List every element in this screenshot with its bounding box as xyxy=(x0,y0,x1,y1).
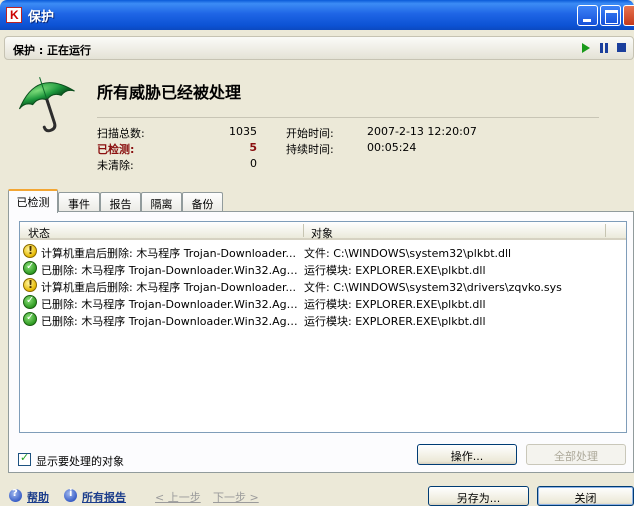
row-object: 运行模块: EXPLORER.EXE\plkbt.dll xyxy=(304,315,486,328)
close-button[interactable]: 关闭 xyxy=(537,486,634,506)
scanned-label: 扫描总数: xyxy=(97,127,145,140)
check-icon xyxy=(23,312,37,326)
tab-detected[interactable]: 已检测 xyxy=(8,189,58,213)
table-row[interactable]: 计算机重启后删除: 木马程序 Trojan-Downloader... 文件: … xyxy=(20,243,626,260)
column-divider[interactable] xyxy=(605,224,606,237)
umbrella-icon xyxy=(18,77,75,133)
process-all-button[interactable]: 全部处理 xyxy=(526,444,626,465)
warning-icon xyxy=(23,244,37,258)
save-as-button[interactable]: 另存为... xyxy=(428,486,529,506)
table-row[interactable]: 已删除: 木马程序 Trojan-Downloader.Win32.Age...… xyxy=(20,311,626,328)
detected-value: 5 xyxy=(249,141,257,154)
start-time-value: 2007-2-13 12:20:07 xyxy=(367,125,477,138)
row-object: 运行模块: EXPLORER.EXE\plkbt.dll xyxy=(304,298,486,311)
status-header: 保护 : 正在运行 xyxy=(4,36,634,60)
tab-events[interactable]: 事件 xyxy=(58,192,100,211)
status-text: 保护 : 正在运行 xyxy=(13,44,92,57)
show-objects-label[interactable]: 显示要处理的对象 xyxy=(36,453,124,469)
summary-headline: 所有威胁已经被处理 xyxy=(97,83,242,102)
row-status: 已删除: 木马程序 Trojan-Downloader.Win32.Age... xyxy=(41,315,301,328)
column-divider[interactable] xyxy=(303,224,304,237)
tab-report[interactable]: 报告 xyxy=(100,192,141,211)
tab-backup[interactable]: 备份 xyxy=(182,192,223,211)
summary-divider xyxy=(97,117,599,118)
next-link[interactable]: 下一步 > xyxy=(213,489,259,505)
close-window-button[interactable] xyxy=(623,5,634,26)
row-object: 文件: C:\WINDOWS\system32\drivers\zqvko.sy… xyxy=(304,281,562,294)
row-status: 计算机重启后删除: 木马程序 Trojan-Downloader... xyxy=(41,247,296,260)
show-objects-checkbox[interactable] xyxy=(18,451,31,466)
row-status: 已删除: 木马程序 Trojan-Downloader.Win32.Age... xyxy=(41,298,301,311)
tab-quarantine[interactable]: 隔离 xyxy=(141,192,182,211)
column-status[interactable]: 状态 xyxy=(28,225,50,241)
row-object: 运行模块: EXPLORER.EXE\plkbt.dll xyxy=(304,264,486,277)
uncleaned-label: 未清除: xyxy=(97,159,134,172)
warning-icon xyxy=(23,278,37,292)
row-status: 已删除: 木马程序 Trojan-Downloader.Win32.Age... xyxy=(41,264,301,277)
check-icon xyxy=(23,261,37,275)
title-bar: 保护 xyxy=(0,0,634,30)
uncleaned-value: 0 xyxy=(250,157,257,170)
scanned-value: 1035 xyxy=(229,125,257,138)
detected-label: 已检测: xyxy=(97,143,135,156)
detected-list[interactable]: 状态 对象 计算机重启后删除: 木马程序 Trojan-Downloader..… xyxy=(19,221,627,433)
table-row[interactable]: 已删除: 木马程序 Trojan-Downloader.Win32.Age...… xyxy=(20,294,626,311)
all-reports-link[interactable]: 所有报告 xyxy=(82,489,126,505)
action-button[interactable]: 操作... xyxy=(417,444,517,465)
duration-label: 持续时间: xyxy=(286,143,334,156)
column-object[interactable]: 对象 xyxy=(311,225,333,241)
window-title: 保护 xyxy=(28,10,55,25)
maximize-button[interactable] xyxy=(600,5,621,26)
help-link[interactable]: 帮助 xyxy=(27,489,49,505)
list-header: 状态 对象 xyxy=(20,222,626,240)
play-icon[interactable] xyxy=(582,43,590,53)
row-object: 文件: C:\WINDOWS\system32\plkbt.dll xyxy=(304,247,512,260)
prev-link[interactable]: < 上一步 xyxy=(155,489,201,505)
table-row[interactable]: 已删除: 木马程序 Trojan-Downloader.Win32.Age...… xyxy=(20,260,626,277)
kaspersky-icon xyxy=(6,7,22,23)
stop-icon[interactable] xyxy=(617,43,626,52)
info-icon[interactable] xyxy=(64,488,77,502)
help-icon[interactable] xyxy=(9,488,22,502)
start-time-label: 开始时间: xyxy=(286,127,334,140)
row-status: 计算机重启后删除: 木马程序 Trojan-Downloader... xyxy=(41,281,296,294)
duration-value: 00:05:24 xyxy=(367,141,417,154)
table-row[interactable]: 计算机重启后删除: 木马程序 Trojan-Downloader... 文件: … xyxy=(20,277,626,294)
minimize-button[interactable] xyxy=(577,5,598,26)
check-icon xyxy=(23,295,37,309)
pause-icon[interactable] xyxy=(600,43,608,53)
